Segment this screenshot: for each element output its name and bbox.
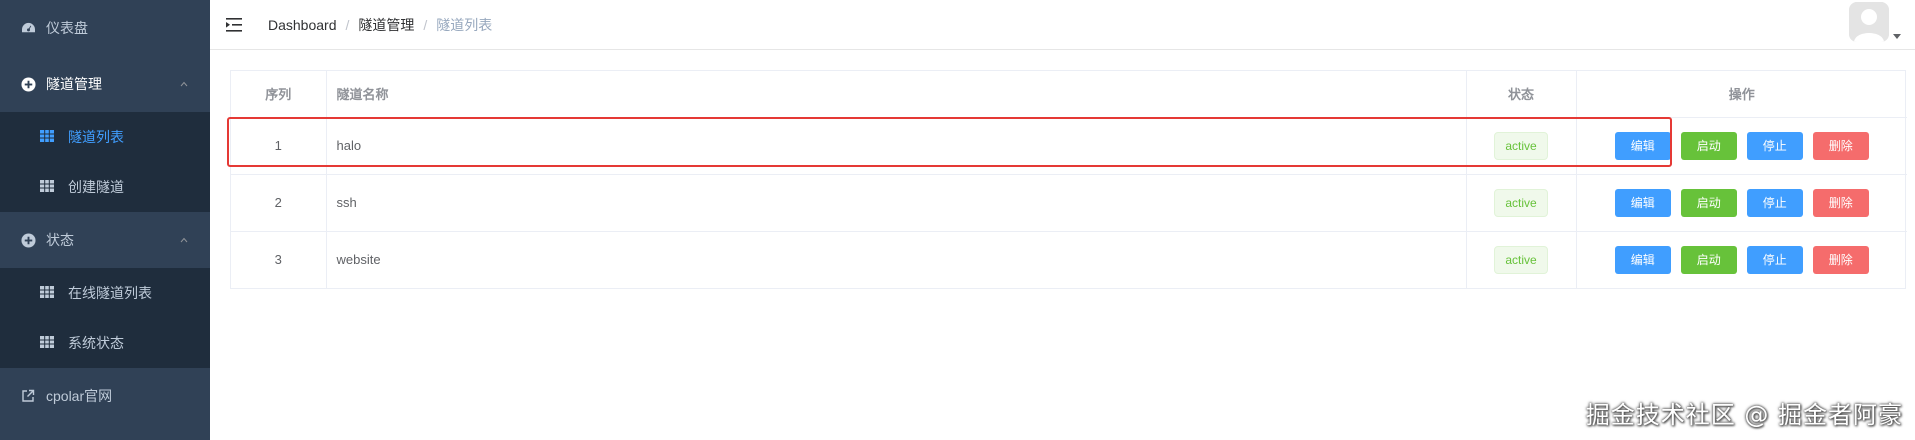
grid-icon	[40, 336, 54, 350]
column-header-status: 状态	[1466, 71, 1577, 118]
sidebar-item-tunnel-list[interactable]: 隧道列表	[0, 112, 210, 162]
breadcrumb-separator: /	[345, 16, 350, 33]
sidebar-item-online-tunnels[interactable]: 在线隧道列表	[0, 268, 210, 318]
user-menu[interactable]	[1849, 2, 1901, 42]
menu-item-status[interactable]: 状态	[0, 212, 210, 268]
delete-button[interactable]: 删除	[1812, 131, 1869, 160]
grid-icon	[40, 286, 54, 300]
sidebar-item-label: 隧道列表	[68, 129, 124, 145]
edit-button[interactable]: 编辑	[1614, 188, 1671, 217]
table-row: 3 website active 编辑 启动 停止 删除	[231, 231, 1907, 288]
cell-tunnel-name: ssh	[326, 174, 1467, 232]
row-actions: 编辑 启动 停止 删除	[1587, 245, 1898, 274]
plus-circle-icon	[20, 76, 36, 92]
column-header-name: 隧道名称	[326, 71, 1467, 118]
menu-item-cpolar-website[interactable]: cpolar官网	[0, 368, 210, 424]
grid-icon	[40, 180, 54, 194]
watermark: 掘金技术社区 @ 掘金者阿豪	[1585, 401, 1903, 429]
grid-icon	[40, 130, 54, 144]
cell-index: 2	[231, 174, 327, 232]
edit-button[interactable]: 编辑	[1614, 131, 1671, 160]
chevron-up-icon	[180, 237, 188, 243]
menu-item-label: 仪表盘	[46, 20, 88, 36]
menu-item-label: cpolar官网	[46, 388, 113, 404]
breadcrumb: Dashboard / 隧道管理 / 隧道列表	[268, 15, 492, 35]
status-badge: active	[1494, 131, 1548, 160]
breadcrumb-tunnel-list: 隧道列表	[436, 16, 493, 33]
external-link-icon	[20, 388, 36, 404]
avatar[interactable]	[1849, 2, 1889, 42]
caret-down-icon	[1893, 34, 1901, 39]
row-actions: 编辑 启动 停止 删除	[1587, 131, 1898, 160]
row-actions: 编辑 启动 停止 删除	[1587, 188, 1898, 217]
status-badge: active	[1494, 245, 1548, 274]
delete-button[interactable]: 删除	[1812, 188, 1869, 217]
sidebar-item-label: 系统状态	[68, 335, 124, 351]
cell-tunnel-name: website	[326, 231, 1467, 288]
menu-item-label: 隧道管理	[46, 76, 102, 92]
edit-button[interactable]: 编辑	[1614, 245, 1671, 274]
menu-item-tunnel-management[interactable]: 隧道管理	[0, 56, 210, 112]
menu-item-dashboard[interactable]: 仪表盘	[0, 0, 210, 56]
start-button[interactable]: 启动	[1680, 131, 1737, 160]
stop-button[interactable]: 停止	[1746, 245, 1803, 274]
column-header-index: 序列	[231, 71, 327, 118]
status-badge: active	[1494, 188, 1548, 217]
cell-index: 1	[231, 117, 327, 175]
table-header-row: 序列 隧道名称 状态 操作	[231, 71, 1907, 118]
table-row: 2 ssh active 编辑 启动 停止 删除	[231, 174, 1907, 232]
navbar: Dashboard / 隧道管理 / 隧道列表	[210, 0, 1915, 50]
hamburger-icon[interactable]	[226, 17, 244, 33]
start-button[interactable]: 启动	[1680, 188, 1737, 217]
start-button[interactable]: 启动	[1680, 245, 1737, 274]
cell-tunnel-name: halo	[326, 117, 1467, 175]
user-icon	[1849, 2, 1889, 42]
breadcrumb-dashboard[interactable]: Dashboard	[268, 17, 337, 33]
delete-button[interactable]: 删除	[1812, 245, 1869, 274]
stop-button[interactable]: 停止	[1746, 188, 1803, 217]
cell-index: 3	[231, 231, 327, 288]
sidebar-item-system-status[interactable]: 系统状态	[0, 318, 210, 368]
column-header-actions: 操作	[1576, 71, 1907, 118]
sidebar-item-create-tunnel[interactable]: 创建隧道	[0, 162, 210, 212]
breadcrumb-tunnel-management[interactable]: 隧道管理	[358, 15, 414, 35]
chevron-up-icon	[180, 81, 188, 87]
tunnel-table: 序列 隧道名称 状态 操作 1 halo active 编辑 启动 停止 删除	[230, 70, 1907, 289]
sidebar-item-label: 创建隧道	[68, 179, 124, 195]
menu-item-label: 状态	[46, 232, 74, 248]
sidebar-item-label: 在线隧道列表	[68, 285, 152, 301]
breadcrumb-separator: /	[423, 16, 428, 33]
plus-circle-icon	[20, 232, 36, 248]
table-row: 1 halo active 编辑 启动 停止 删除	[231, 117, 1907, 175]
dashboard-icon	[20, 20, 36, 36]
sidebar: 仪表盘 隧道管理 隧道列表 创建隧道 状态 在线隧道列表 系统状态 cpolar…	[0, 0, 210, 440]
stop-button[interactable]: 停止	[1746, 131, 1803, 160]
